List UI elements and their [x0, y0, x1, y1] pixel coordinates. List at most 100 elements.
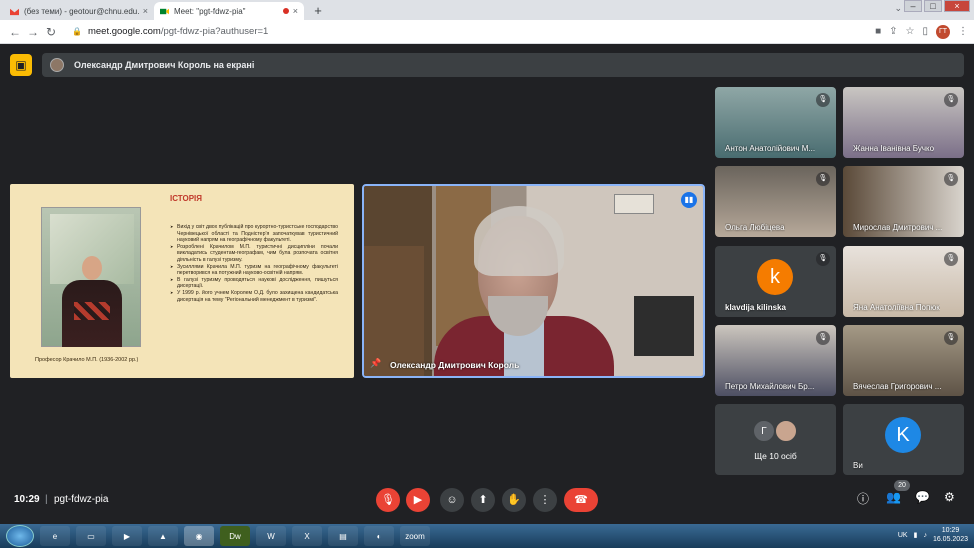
- tab-gmail[interactable]: (без теми) - geotour@chnu.edu. ×: [4, 2, 154, 20]
- participant-tile[interactable]: 🎙 Жанна Іванівна Бучко: [843, 87, 964, 158]
- end-call-button[interactable]: ☎: [564, 488, 598, 512]
- mic-off-icon: 🎙: [944, 252, 958, 266]
- vlc-icon[interactable]: ▲: [148, 526, 178, 546]
- tray-clock[interactable]: 10:29 16.05.2023: [933, 526, 968, 544]
- profile-avatar[interactable]: ГТ: [936, 24, 950, 39]
- slide-bullet: Розроблені Крачилом М.П. туристичні дисц…: [170, 244, 338, 264]
- ie-icon[interactable]: e: [40, 526, 70, 546]
- slide-bullet: Зусиллями Крачила М.П. туризм на географ…: [170, 264, 338, 277]
- url-host: meet.google.com: [87, 26, 161, 37]
- chrome-icon[interactable]: ◉: [184, 526, 214, 546]
- participant-name: Яна Анатоліївна Попюк: [853, 303, 940, 312]
- mic-toggle-button[interactable]: 🎙: [376, 488, 400, 512]
- shared-slide: ІСТОРІЯ Вихід у світ двох публікацій про…: [10, 184, 354, 378]
- slide-bullet: В галузі туризму проводяться наукові дос…: [170, 277, 338, 290]
- minimize-icon[interactable]: –: [904, 0, 922, 12]
- language-indicator[interactable]: UK: [898, 532, 908, 539]
- participant-tile[interactable]: 🎙 Вячеслав Григорович ...: [843, 325, 964, 396]
- excel-icon[interactable]: X: [292, 526, 322, 546]
- new-tab-button[interactable]: +: [310, 3, 326, 19]
- participant-name: Петро Михайлович Бр...: [725, 382, 815, 391]
- self-view-tile[interactable]: K Ви: [843, 404, 964, 475]
- participant-tile[interactable]: 🎙 Петро Михайлович Бр...: [715, 325, 836, 396]
- menu-icon[interactable]: ⋮: [958, 26, 968, 37]
- mic-off-icon: 🎙: [816, 93, 830, 107]
- tab-title: (без теми) - geotour@chnu.edu.: [24, 6, 139, 16]
- more-participants-tile[interactable]: Г Ще 10 осіб: [715, 404, 836, 475]
- present-screen-button[interactable]: ⬆: [471, 488, 495, 512]
- mic-off-icon: 🎙: [816, 172, 830, 186]
- system-tray: UK ▮ ♪ 10:29 16.05.2023: [898, 526, 968, 544]
- camera-icon[interactable]: ■: [875, 26, 881, 37]
- participant-tile[interactable]: 🎙 k klavdija kilinska: [715, 246, 836, 317]
- tab-search-icon[interactable]: ⌄: [894, 3, 902, 14]
- raise-hand-button[interactable]: ✋: [502, 488, 526, 512]
- close-tab-icon[interactable]: ×: [143, 6, 148, 16]
- firefox-icon[interactable]: ◐: [364, 526, 394, 546]
- toolbar-icons: ■ ⇪ ☆ ▯ ГТ ⋮: [875, 24, 968, 39]
- self-avatar: K: [885, 417, 921, 453]
- speaker-name: Олександр Дмитрович Король: [390, 360, 520, 370]
- participant-name: Мирослав Дмитрович ...: [853, 223, 943, 232]
- windows-taskbar: e ▭ ▶ ▲ ◉ Dw W X ▤ ◐ zoom UK ▮ ♪ 10:29 1…: [0, 524, 974, 548]
- divider: |: [45, 494, 48, 505]
- participant-tile[interactable]: 🎙 Ольга Любіцева: [715, 166, 836, 237]
- mic-off-icon: 🎙: [944, 93, 958, 107]
- word-icon[interactable]: W: [256, 526, 286, 546]
- start-button[interactable]: [6, 525, 34, 547]
- tray-time: 10:29: [941, 527, 960, 534]
- meet-stage: ▣ Олександр Дмитрович Король на екрані І…: [0, 44, 974, 524]
- folder-icon[interactable]: ▭: [76, 526, 106, 546]
- audio-level-icon: ▮▮: [681, 192, 697, 208]
- tab-meet[interactable]: Meet: "pgt-fdwz-pia" ×: [154, 2, 304, 20]
- maximize-icon[interactable]: □: [924, 0, 942, 12]
- mic-off-icon: 🎙: [944, 172, 958, 186]
- meet-icon: [160, 8, 169, 14]
- browser-tab-strip: (без теми) - geotour@chnu.edu. × Meet: "…: [0, 0, 974, 20]
- url-field[interactable]: 🔒 meet.google.com/pgt-fdwz-pia?authuser=…: [68, 23, 875, 41]
- dreamweaver-icon[interactable]: Dw: [220, 526, 250, 546]
- lock-icon[interactable]: 🔒: [72, 27, 82, 36]
- participant-tile[interactable]: 🎙 Антон Анатолійович М...: [715, 87, 836, 158]
- more-participants-label: Ще 10 осіб: [754, 451, 797, 461]
- people-icon[interactable]: 👥: [886, 490, 901, 504]
- participant-name: klavdija kilinska: [725, 303, 786, 312]
- reload-icon[interactable]: ↻: [42, 25, 60, 39]
- info-icon[interactable]: ⓘ: [857, 490, 869, 507]
- emoji-button[interactable]: ☺: [440, 488, 464, 512]
- more-options-button[interactable]: ⋮: [533, 488, 557, 512]
- activities-icon[interactable]: ⚙: [944, 490, 955, 504]
- participant-tile[interactable]: 🎙 Яна Анатоліївна Попюк: [843, 246, 964, 317]
- close-tab-icon[interactable]: ×: [293, 6, 298, 16]
- share-icon[interactable]: ⇪: [889, 26, 897, 37]
- tray-date: 16.05.2023: [932, 536, 968, 543]
- slide-title: ІСТОРІЯ: [170, 194, 203, 203]
- presenting-banner: Олександр Дмитрович Король на екрані: [42, 53, 964, 77]
- mic-off-icon: 🎙: [944, 331, 958, 345]
- mic-off-icon: 🎙: [816, 252, 830, 266]
- volume-icon[interactable]: ♪: [923, 532, 927, 539]
- explorer-icon[interactable]: ▤: [328, 526, 358, 546]
- media-player-icon[interactable]: ▶: [112, 526, 142, 546]
- participant-avatar: Г: [753, 420, 775, 442]
- gmail-icon: [10, 8, 19, 15]
- back-icon[interactable]: ←: [6, 25, 24, 39]
- forward-icon[interactable]: →: [24, 25, 42, 39]
- main-speaker-video[interactable]: 📌 Олександр Дмитрович Король ▮▮: [362, 184, 705, 378]
- chat-icon[interactable]: 💬: [915, 490, 930, 504]
- camera-toggle-button[interactable]: ▶: [406, 488, 430, 512]
- participant-tile[interactable]: 🎙 Мирослав Дмитрович ...: [843, 166, 964, 237]
- pin-icon[interactable]: 📌: [370, 358, 382, 370]
- tab-title: Meet: "pgt-fdwz-pia": [174, 6, 246, 16]
- sidepanel-icon[interactable]: ▯: [922, 26, 928, 37]
- presenter-avatar: [50, 58, 64, 72]
- window-controls: – □ ×: [904, 0, 970, 12]
- zoom-icon[interactable]: zoom: [400, 526, 430, 546]
- participant-name: Жанна Іванівна Бучко: [853, 144, 935, 153]
- close-window-icon[interactable]: ×: [944, 0, 970, 12]
- participant-name: Ольга Любіцева: [725, 223, 785, 232]
- presentation-icon[interactable]: ▣: [10, 54, 32, 76]
- star-icon[interactable]: ☆: [906, 26, 915, 37]
- participant-avatar: k: [757, 259, 793, 295]
- network-icon[interactable]: ▮: [914, 531, 918, 539]
